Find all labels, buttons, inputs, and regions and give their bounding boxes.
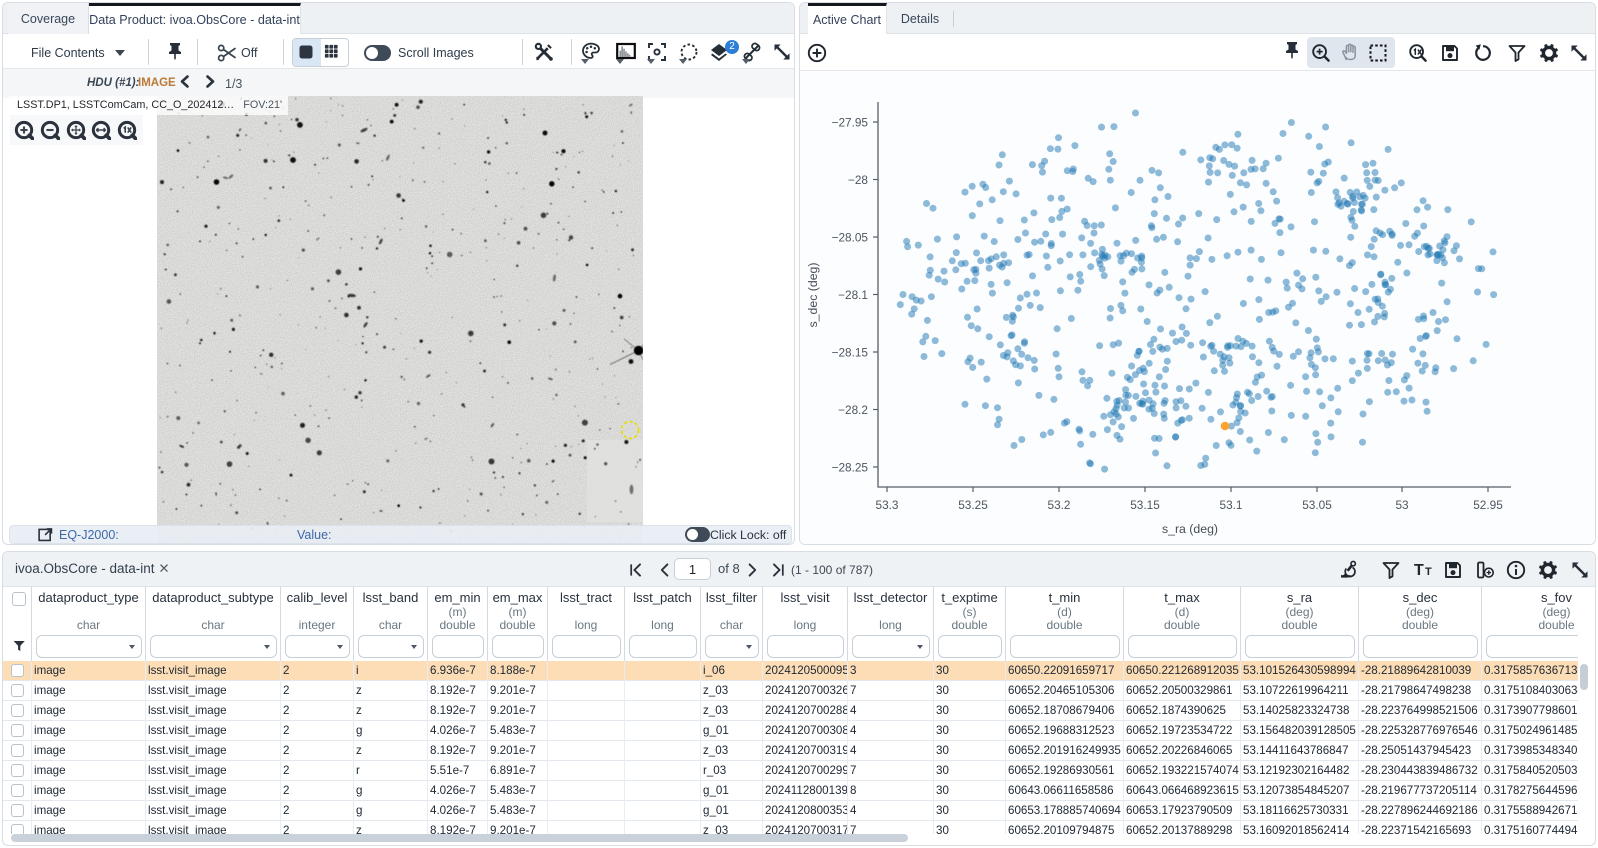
svg-text:53.25: 53.25 <box>958 498 988 512</box>
svg-text:−28: −28 <box>848 173 868 187</box>
svg-text:53.15: 53.15 <box>1130 498 1160 512</box>
svg-text:−28.1: −28.1 <box>838 288 868 302</box>
svg-text:s_dec (deg): s_dec (deg) <box>806 263 820 328</box>
svg-text:−27.95: −27.95 <box>832 116 869 130</box>
svg-text:52.95: 52.95 <box>1473 498 1503 512</box>
svg-text:T: T <box>1425 566 1432 578</box>
svg-text:−28.05: −28.05 <box>832 231 869 245</box>
svg-text:53.3: 53.3 <box>876 498 899 512</box>
svg-text:T: T <box>1414 562 1424 579</box>
svg-text:−28.15: −28.15 <box>832 346 869 360</box>
svg-text:−28.25: −28.25 <box>832 461 869 475</box>
svg-text:53.2: 53.2 <box>1048 498 1071 512</box>
svg-text:53: 53 <box>1395 498 1409 512</box>
svg-text:−28.2: −28.2 <box>838 403 868 417</box>
svg-text:53.1: 53.1 <box>1220 498 1243 512</box>
svg-text:53.05: 53.05 <box>1302 498 1332 512</box>
svg-text:s_ra (deg): s_ra (deg) <box>1162 522 1218 536</box>
